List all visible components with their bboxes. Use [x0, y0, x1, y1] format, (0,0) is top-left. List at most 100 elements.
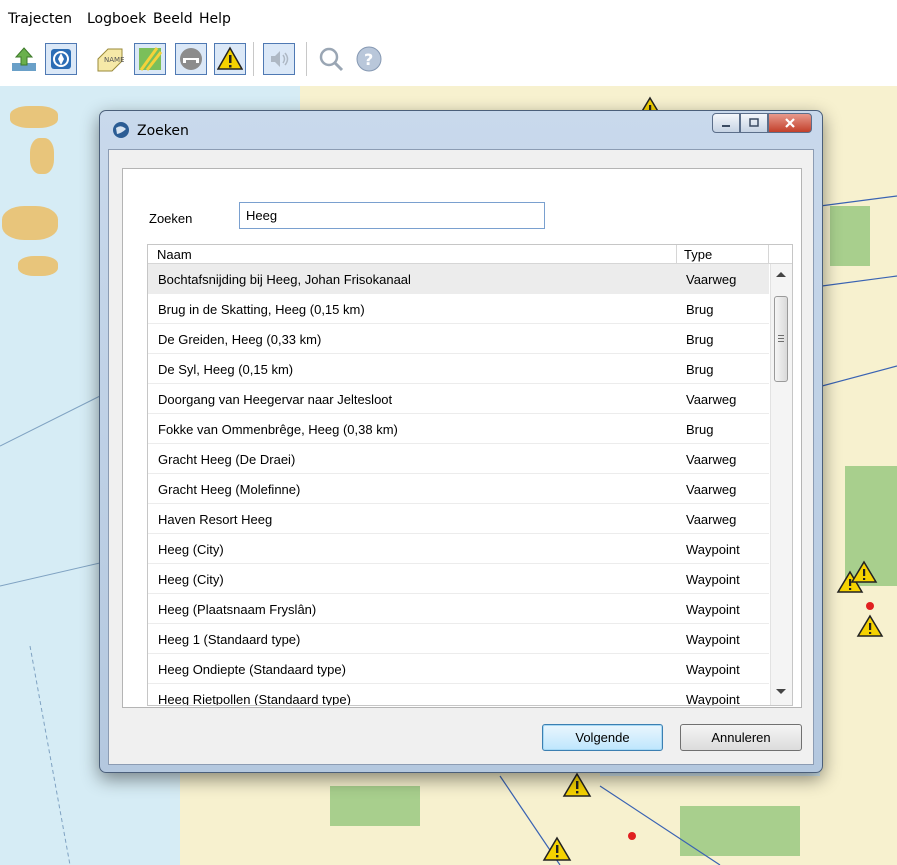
search-icon	[319, 47, 344, 72]
row-name: Doorgang van Heegervar naar Jeltesloot	[158, 392, 393, 407]
row-type: Waypoint	[686, 542, 740, 557]
row-name: Haven Resort Heeg	[158, 512, 273, 527]
row-type: Waypoint	[686, 572, 740, 587]
map-warning-icon[interactable]	[856, 614, 884, 638]
name-tag-icon: NAME	[97, 48, 124, 72]
table-row[interactable]: De Syl, Heeg (0,15 km) Brug	[148, 354, 769, 384]
warning-icon	[217, 46, 243, 70]
row-type: Waypoint	[686, 692, 740, 706]
table-row[interactable]: De Greiden, Heeg (0,33 km) Brug	[148, 324, 769, 354]
close-icon	[785, 118, 795, 128]
compass-icon	[51, 49, 71, 69]
search-panel: Zoeken Naam Type Bochtafsnijding bij Hee…	[122, 168, 802, 708]
row-type: Brug	[686, 362, 714, 377]
waterway-icon	[139, 47, 163, 71]
row-type: Waypoint	[686, 632, 740, 647]
waterway-button[interactable]	[134, 43, 166, 75]
map-warning-icon[interactable]	[562, 772, 592, 798]
row-name: Heeg 1 (Standaard type)	[158, 632, 301, 647]
results-list: Bochtafsnijding bij Heeg, Johan Frisokan…	[148, 264, 769, 706]
row-name: Heeg (City)	[158, 542, 224, 557]
scroll-down-icon[interactable]	[776, 689, 786, 694]
column-header-name[interactable]: Naam	[157, 247, 192, 262]
minimize-button[interactable]	[712, 113, 740, 133]
row-name: De Greiden, Heeg (0,33 km)	[158, 332, 322, 347]
next-button[interactable]: Volgende	[542, 724, 663, 751]
row-name: Gracht Heeg (Molefinne)	[158, 482, 301, 497]
window-controls	[712, 113, 812, 135]
table-row[interactable]: Heeg (City) Waypoint	[148, 534, 769, 564]
column-header-type[interactable]: Type	[684, 247, 712, 262]
table-row[interactable]: Brug in de Skatting, Heeg (0,15 km) Brug	[148, 294, 769, 324]
help-button[interactable]: ?	[353, 43, 385, 75]
route-export-button[interactable]	[8, 43, 40, 75]
row-type: Brug	[686, 332, 714, 347]
scroll-thumb[interactable]	[774, 296, 788, 382]
maximize-icon	[749, 118, 759, 127]
cancel-button[interactable]: Annuleren	[680, 724, 802, 751]
row-name: Brug in de Skatting, Heeg (0,15 km)	[158, 302, 365, 317]
search-label: Zoeken	[149, 211, 193, 226]
row-name: Heeg (Plaatsnaam Fryslân)	[158, 602, 317, 617]
sound-icon	[271, 51, 289, 67]
table-row[interactable]: Gracht Heeg (De Draei) Vaarweg	[148, 444, 769, 474]
bridge-button[interactable]	[175, 43, 207, 75]
row-type: Vaarweg	[686, 512, 737, 527]
help-icon: ?	[356, 46, 382, 72]
table-row[interactable]: Haven Resort Heeg Vaarweg	[148, 504, 769, 534]
menu-trajecten[interactable]: Trajecten	[8, 11, 72, 27]
vertical-scrollbar[interactable]	[770, 264, 792, 705]
row-type: Waypoint	[686, 662, 740, 677]
table-row[interactable]: Heeg 1 (Standaard type) Waypoint	[148, 624, 769, 654]
search-button[interactable]	[315, 43, 347, 75]
maximize-button[interactable]	[740, 113, 768, 133]
table-row[interactable]: Heeg Rietpollen (Standaard type) Waypoint	[148, 684, 769, 706]
menu-logboek[interactable]: Logboek	[87, 11, 146, 27]
scroll-up-icon[interactable]	[776, 272, 786, 277]
compass-button[interactable]	[45, 43, 77, 75]
menu-help[interactable]: Help	[199, 11, 231, 27]
table-row[interactable]: Heeg (Plaatsnaam Fryslân) Waypoint	[148, 594, 769, 624]
search-input[interactable]	[239, 202, 545, 229]
row-name: De Syl, Heeg (0,15 km)	[158, 362, 294, 377]
row-type: Waypoint	[686, 602, 740, 617]
menu-beeld[interactable]: Beeld	[153, 11, 193, 27]
table-header: Naam Type	[148, 245, 792, 264]
row-type: Vaarweg	[686, 272, 737, 287]
table-row[interactable]: Heeg (City) Waypoint	[148, 564, 769, 594]
row-type: Brug	[686, 422, 714, 437]
row-type: Vaarweg	[686, 482, 737, 497]
row-name: Gracht Heeg (De Draei)	[158, 452, 296, 467]
svg-text:NAME: NAME	[104, 56, 124, 64]
table-row[interactable]: Gracht Heeg (Molefinne) Vaarweg	[148, 474, 769, 504]
results-table: Naam Type Bochtafsnijding bij Heeg, Joha…	[147, 244, 793, 706]
route-export-icon	[12, 47, 36, 71]
svg-text:?: ?	[364, 50, 373, 69]
close-button[interactable]	[768, 113, 812, 133]
map-warning-icon[interactable]	[542, 836, 572, 862]
table-row[interactable]: Fokke van Ommenbrêge, Heeg (0,38 km) Brug	[148, 414, 769, 444]
row-name: Heeg Rietpollen (Standaard type)	[158, 692, 351, 706]
row-name: Heeg Ondiepte (Standaard type)	[158, 662, 346, 677]
dialog-title: Zoeken	[137, 123, 189, 139]
app-globe-icon	[113, 122, 129, 138]
row-type: Brug	[686, 302, 714, 317]
minimize-icon	[722, 125, 730, 127]
menu-bar: Trajecten Logboek Beeld Help	[0, 0, 897, 34]
table-row[interactable]: Heeg Ondiepte (Standaard type) Waypoint	[148, 654, 769, 684]
bridge-icon	[180, 48, 202, 70]
row-type: Vaarweg	[686, 452, 737, 467]
name-tag-button[interactable]: NAME	[93, 43, 125, 75]
search-dialog: Zoeken Zoeken Naam Type Bochtafsnijding …	[99, 110, 823, 773]
map-warning-icon[interactable]	[850, 560, 878, 584]
row-type: Vaarweg	[686, 392, 737, 407]
table-row[interactable]: Bochtafsnijding bij Heeg, Johan Frisokan…	[148, 264, 769, 294]
table-row[interactable]: Doorgang van Heegervar naar Jeltesloot Va…	[148, 384, 769, 414]
warning-button[interactable]	[214, 43, 246, 75]
row-name: Bochtafsnijding bij Heeg, Johan Frisokan…	[158, 272, 411, 287]
row-name: Heeg (City)	[158, 572, 224, 587]
row-name: Fokke van Ommenbrêge, Heeg (0,38 km)	[158, 422, 398, 437]
toolbar: NAME ?	[0, 34, 897, 86]
dialog-client: Zoeken Naam Type Bochtafsnijding bij Hee…	[108, 149, 814, 765]
sound-button[interactable]	[263, 43, 295, 75]
